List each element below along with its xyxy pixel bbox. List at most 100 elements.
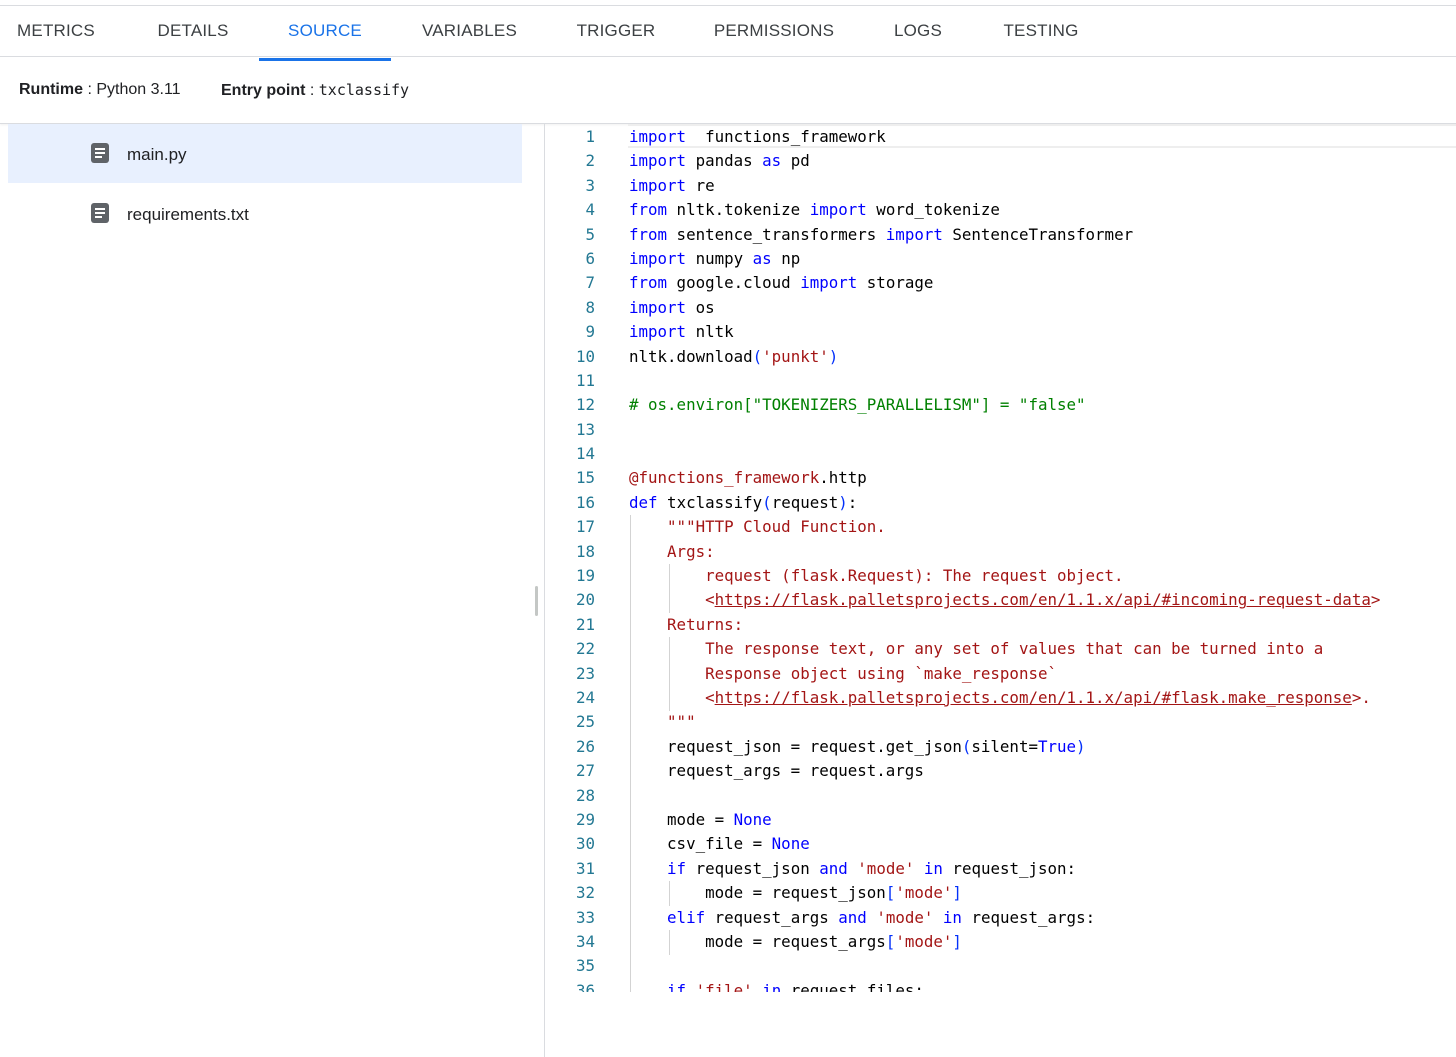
indent-guide [669,930,670,955]
tab-testing[interactable]: TESTING [985,6,1097,55]
line-number: 32 [575,883,595,903]
tab-permissions[interactable]: PERMISSIONS [696,6,852,55]
file-name: requirements.txt [127,205,249,224]
code-token: in [762,980,782,992]
entry-point-separator: : [305,82,319,99]
code-token: 'punkt' [762,346,829,366]
code-line: 4 from nltk.tokenize import word_tokenize [545,198,999,222]
code-line: 35 [545,954,595,978]
code-token: ( [762,492,772,512]
code-text: <https://flask.palletsprojects.com/en/1.… [629,588,1380,612]
code-token: ( [752,346,763,366]
code-token: nltk [686,322,734,342]
code-token: mode = [629,809,734,829]
code-token: import [885,224,943,244]
code-token: google.cloud [667,273,801,293]
code-line: 29 mode = None [545,808,772,832]
code-token: request [771,492,839,512]
runtime-separator: : [83,81,97,98]
code-text: mode = None [629,808,772,832]
code-token: < [705,590,715,610]
code-text: request_args = request.args [629,759,924,783]
code-text: import functions_framework [629,125,886,149]
code-line: 16 def txclassify(request): [545,491,857,515]
tab-logs[interactable]: LOGS [876,6,960,55]
file-item-requirements-txt[interactable]: requirements.txt [8,184,522,243]
file-text-icon [91,203,109,223]
code-line: 17 """HTTP Cloud Function. [545,515,886,539]
code-line: 15 @functions_framework.http [545,466,867,490]
panel-resize-handle[interactable] [535,586,538,616]
line-number: 21 [575,614,595,634]
code-token: import [629,248,687,268]
line-number: 33 [575,907,595,927]
code-token: request_json: [942,858,1077,878]
code-token: ] [952,883,962,903]
entry-point-info: Entry point : txclassify [221,81,409,100]
code-token: Returns: [667,614,744,634]
line-number: 26 [575,736,595,756]
line-number: 13 [575,419,595,439]
code-token: [ [885,931,896,951]
code-text: # os.environ["TOKENIZERS_PARALLELISM"] =… [629,393,1086,417]
code-text: Returns: [629,613,743,637]
file-tree: main.py requirements.txt [0,124,545,1057]
code-token: import [629,297,687,317]
code-line: 12 # os.environ["TOKENIZERS_PARALLELISM"]… [545,393,1086,417]
code-text: from google.cloud import storage [629,271,933,295]
tab-metrics[interactable]: METRICS [0,6,112,55]
code-token: import [800,273,858,293]
code-line: 21 Returns: [545,613,743,637]
code-line: 27 request_args = request.args [545,759,924,783]
code-line: 28 [545,784,595,808]
tab-trigger[interactable]: TRIGGER [556,6,676,55]
line-number: 18 [575,541,595,561]
code-token: csv_file = [629,834,772,854]
line-number: 2 [585,151,595,171]
code-token: request (flask.Request): The request obj… [705,566,1124,586]
indent-guide [630,515,631,992]
code-token: import [629,322,687,342]
code-line: 10 nltk.download('punkt') [545,345,838,369]
tab-source[interactable]: SOURCE [259,6,391,55]
file-name: main.py [127,145,187,164]
code-text: import nltk [629,320,734,344]
code-token: and [838,907,867,927]
code-token: https://flask.palletsprojects.com/en/1.1… [714,590,1371,610]
code-line: 34 mode = request_args['mode'] [545,930,962,954]
code-token: functions_framework [686,127,886,146]
line-number: 29 [575,809,595,829]
tab-details[interactable]: DETAILS [127,6,259,55]
line-number: 8 [585,297,595,317]
code-line: 25 """ [545,710,696,734]
code-token: > [1370,590,1381,610]
code-editor[interactable]: 1 import functions_framework 2 import panda… [545,124,1456,992]
code-token: re [686,175,715,195]
code-line: 6 import numpy as np [545,247,800,271]
code-text: nltk.download('punkt') [629,345,838,369]
code-token: elif [667,907,706,927]
code-token: import [629,151,687,171]
file-item-main-py[interactable]: main.py [8,124,522,183]
line-number: 7 [585,273,595,293]
code-token: in [923,858,943,878]
line-number: 11 [575,370,595,390]
code-token: 'file' [695,980,753,992]
tab-variables[interactable]: VARIABLES [402,6,537,55]
code-text: elif request_args and 'mode' in request_… [629,906,1095,930]
code-token: request_args [705,907,839,927]
code-text: The response text, or any set of values … [629,637,1323,661]
code-text: import re [629,174,715,198]
line-number: 19 [575,566,595,586]
code-token: import [809,200,867,220]
code-token: request_args = request.args [629,761,924,781]
code-token: 'mode' [857,858,915,878]
code-text: """HTTP Cloud Function. [629,515,886,539]
code-token: ] [952,931,962,951]
line-number: 12 [575,395,595,415]
function-info-bar: Runtime : Python 3.11 Entry point : txcl… [0,57,1456,124]
